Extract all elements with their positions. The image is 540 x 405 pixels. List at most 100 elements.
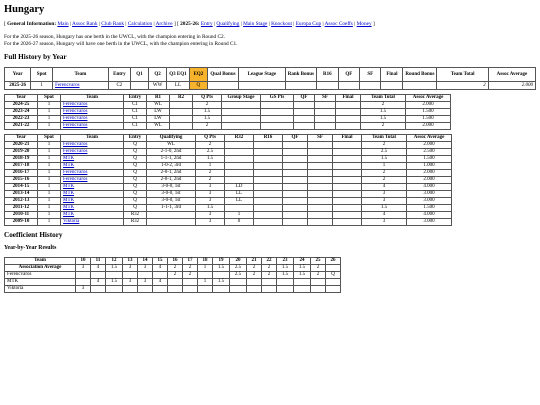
- table-cell: [182, 278, 198, 286]
- nav-season-label: 2025-26:: [180, 21, 200, 27]
- team-link[interactable]: Ferencvaros: [63, 116, 87, 121]
- table-cell: [282, 197, 308, 205]
- team-link[interactable]: Ferencvaros: [63, 170, 87, 175]
- nav-link-qualifying[interactable]: Qualifying: [216, 21, 239, 27]
- column-header: Entry: [123, 94, 147, 102]
- nav-link-assoc-rank[interactable]: Assoc Rank: [72, 21, 97, 27]
- table-cell: [307, 169, 333, 177]
- table-cell: [332, 218, 362, 226]
- table-cell: [332, 211, 362, 219]
- table-cell: [332, 141, 362, 149]
- table-cell: [253, 218, 283, 226]
- table-cell: 1: [37, 169, 61, 177]
- table-cell: 2025-26: [3, 81, 32, 90]
- table-cell: 3: [75, 285, 91, 293]
- table-row: 2023-24 1 Ferencvaros C1 LW 1.5 1.5 1.500: [4, 108, 451, 116]
- table-cell: 2: [167, 271, 183, 279]
- page: Hungary [ General Information: Main | As…: [3, 4, 537, 297]
- team-cell: Ferencvaros: [60, 122, 124, 130]
- column-header: Spot: [37, 94, 61, 102]
- nav-link-europa-cup[interactable]: Europa Cup: [296, 21, 321, 27]
- table-cell: WL: [146, 141, 196, 149]
- column-header: Team: [4, 257, 76, 265]
- nav-link-archive[interactable]: Archive: [156, 21, 173, 27]
- nav-link-main[interactable]: Main: [57, 21, 68, 27]
- column-header: Q Pts: [192, 94, 222, 102]
- nav-link-calculation[interactable]: Calculation: [128, 21, 152, 27]
- team-link[interactable]: MTK: [63, 163, 74, 168]
- team-link[interactable]: MTK: [63, 191, 74, 196]
- table-cell: 1.5: [192, 115, 222, 123]
- column-header: 26: [325, 257, 341, 265]
- table-cell: [282, 190, 308, 198]
- table-cell: 2: [167, 264, 183, 272]
- table-cell: [261, 278, 277, 286]
- header-row: Team 10 11 12 13 14 15 16 17 18 19 20 21 22 23 24 25 26: [4, 257, 341, 265]
- table-cell: [90, 271, 106, 279]
- nav-link-main-stage[interactable]: Main Stage: [243, 21, 267, 27]
- team-link[interactable]: MTK: [63, 184, 74, 189]
- table-cell: Q: [123, 169, 147, 177]
- table-cell: [212, 285, 230, 293]
- column-header: 10: [75, 257, 91, 265]
- table-cell: 3: [361, 218, 407, 226]
- table-cell: [307, 204, 333, 212]
- team-link[interactable]: Ferencvaros: [55, 83, 79, 88]
- table-cell: 3: [122, 278, 138, 286]
- table-cell: 1: [197, 278, 213, 286]
- team-link[interactable]: MTK: [63, 156, 74, 161]
- table-cell: 1: [37, 183, 61, 191]
- team-link[interactable]: Ferencvaros: [63, 142, 87, 147]
- team-link[interactable]: Viktoria: [63, 219, 79, 224]
- table-cell: 3.000: [406, 190, 452, 198]
- table-cell: [246, 285, 262, 293]
- table-cell: [253, 148, 283, 156]
- table-cell: [221, 101, 261, 109]
- table-cell: 2011-12: [4, 204, 38, 212]
- table-cell: [282, 148, 308, 156]
- nav-link-club-rank[interactable]: Club Rank: [101, 21, 124, 27]
- team-link[interactable]: Ferencvaros: [63, 177, 87, 182]
- team-link[interactable]: MTK: [63, 205, 74, 210]
- column-header: Spot: [30, 67, 54, 82]
- team-link[interactable]: Ferencvaros: [63, 123, 87, 128]
- table-cell: Viktoria: [4, 285, 76, 293]
- nav-link-money[interactable]: Money: [357, 21, 372, 27]
- table-cell: 2-0-1, 2nd: [146, 169, 196, 177]
- table-cell: 2: [436, 81, 489, 90]
- team-link[interactable]: MTK: [63, 198, 74, 203]
- table-cell: [75, 271, 91, 279]
- team-link[interactable]: Ferencvaros: [63, 149, 87, 154]
- team-link[interactable]: Ferencvaros: [63, 102, 87, 107]
- table-cell: 1-0-2, 3rd: [146, 162, 196, 170]
- team-cell: Viktoria: [60, 218, 124, 226]
- table-cell: [314, 122, 336, 130]
- nav-link-knockout[interactable]: Knockout: [271, 21, 292, 27]
- table-row: 2016-17 1 Ferencvaros Q 2-0-1, 2nd 2 2 2.000: [4, 169, 452, 177]
- table-cell: 1: [30, 81, 54, 90]
- nav-separator: ] [: [173, 21, 179, 27]
- table-cell: [152, 271, 168, 279]
- team-link[interactable]: MTK: [63, 212, 74, 217]
- table-cell: 3-0-0, 1st: [146, 197, 196, 205]
- nav-link-entry[interactable]: Entry: [201, 21, 213, 27]
- nav-link-assoc-coeffs[interactable]: Assoc Coeffs: [325, 21, 353, 27]
- table-cell: 1.5: [361, 204, 407, 212]
- table-cell: [152, 285, 168, 293]
- table-cell: [282, 162, 308, 170]
- table-cell: [332, 169, 362, 177]
- table-cell: [253, 162, 283, 170]
- table-cell: C1: [123, 122, 147, 130]
- table-cell: [261, 285, 277, 293]
- table-cell: [310, 285, 326, 293]
- table-cell: 1: [37, 148, 61, 156]
- nav-close-bracket: ]: [372, 21, 375, 27]
- team-cell: MTK: [60, 197, 124, 205]
- table-cell: 1: [37, 155, 61, 163]
- table-cell: WW: [147, 81, 168, 90]
- table-cell: 1.500: [405, 108, 451, 116]
- team-link[interactable]: Ferencvaros: [63, 109, 87, 114]
- table-cell: 4: [90, 264, 106, 272]
- table-cell: 2: [261, 264, 277, 272]
- table-cell: [307, 218, 333, 226]
